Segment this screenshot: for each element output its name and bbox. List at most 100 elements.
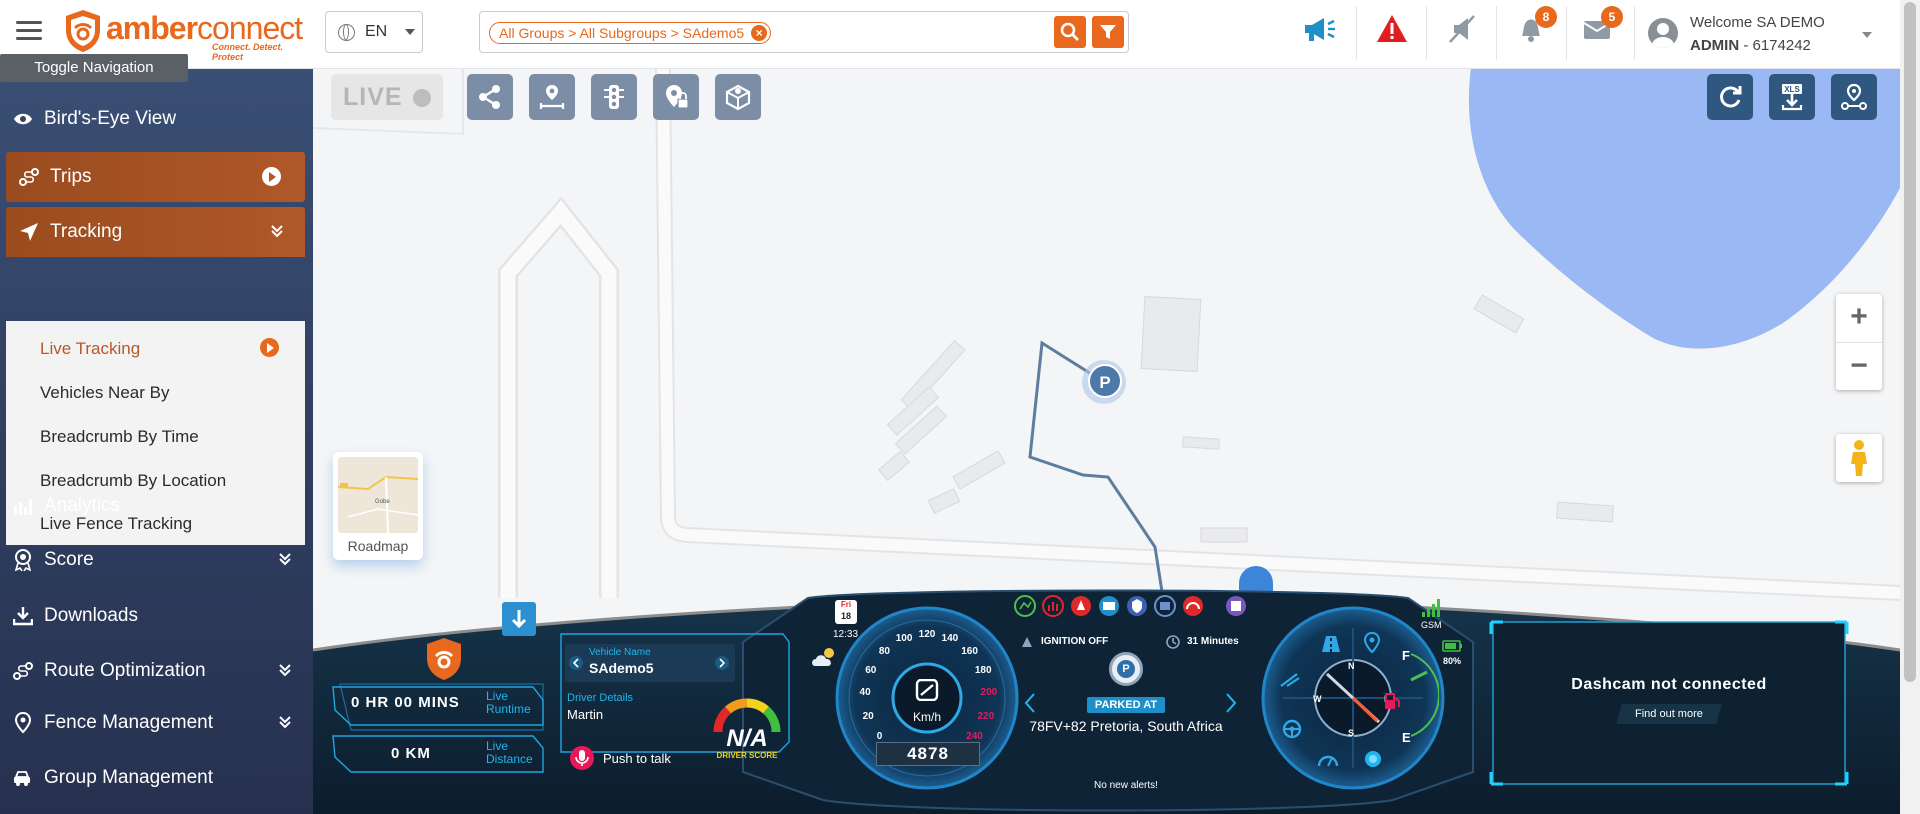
speed-tick-label: 160 — [961, 645, 978, 657]
route-distance-button[interactable] — [529, 74, 575, 120]
chevron-left-icon[interactable] — [569, 656, 583, 670]
fuel-gauge-arc — [1410, 653, 1439, 737]
filter-icon — [1100, 25, 1116, 39]
poi-layer-button[interactable] — [653, 74, 699, 120]
street-view-pegman-button[interactable] — [1836, 434, 1882, 482]
submenu-item-vehicles-near-by[interactable]: Vehicles Near By — [40, 383, 169, 403]
sidebar: Bird's-Eye View Trips Tracking Live Trac… — [0, 68, 313, 814]
submenu-item-live-tracking[interactable]: Live Tracking — [40, 339, 140, 359]
export-xls-button[interactable]: XLS — [1769, 74, 1815, 120]
filter-button[interactable] — [1092, 16, 1124, 48]
sidebar-item-fence-management[interactable]: Fence Management — [0, 698, 313, 748]
partly-cloudy-icon — [812, 648, 834, 666]
route-icon — [12, 660, 34, 682]
shield-status-icon — [1127, 596, 1147, 616]
menu-toggle-icon[interactable] — [16, 18, 42, 42]
speed-unit: Km/h — [912, 710, 941, 724]
compass-south: S — [1348, 728, 1355, 738]
search-icon — [1060, 22, 1079, 41]
cube-pin-icon — [725, 84, 751, 111]
filter-chip-text: All Groups > All Subgroups > SAdemo5 — [499, 25, 745, 41]
announcements-button[interactable] — [1300, 12, 1344, 56]
filter-chip[interactable]: All Groups > All Subgroups > SAdemo5 × — [489, 22, 772, 44]
group-filter-search[interactable]: All Groups > All Subgroups > SAdemo5 × — [479, 11, 1129, 53]
runtime-label-line1: Live — [486, 689, 509, 703]
navigation-arrow-icon — [18, 221, 40, 243]
status-icon-row — [1013, 594, 1213, 618]
separator — [1566, 6, 1567, 60]
parked-status-icon: P — [1109, 652, 1143, 686]
sidebar-item-group-management[interactable]: Group Management — [0, 753, 313, 803]
distance-label-line1: Live — [486, 739, 509, 753]
find-out-more-button[interactable]: Find out more — [1616, 704, 1722, 724]
play-icon — [262, 167, 281, 186]
play-icon — [260, 338, 279, 357]
wiper-icon — [1280, 673, 1300, 687]
time-label: 12:33 — [833, 629, 859, 640]
speed-tick-label: 140 — [941, 633, 959, 645]
traffic-layer-button[interactable] — [591, 74, 637, 120]
panic-status-icon — [1071, 596, 1091, 616]
separator — [1356, 6, 1357, 60]
find-out-more-label: Find out more — [1635, 708, 1703, 720]
chevron-right-icon[interactable] — [715, 656, 729, 670]
page-scrollbar[interactable] — [1900, 0, 1920, 814]
speed-tick-label: 0 — [876, 730, 883, 742]
sidebar-item-route-optimization[interactable]: Route Optimization — [0, 646, 313, 696]
sidebar-item-tracking[interactable]: Tracking — [6, 207, 305, 257]
runtime-label-line2: Runtime — [486, 702, 531, 716]
map-type-roadmap-button[interactable]: Gobe Roadmap — [333, 452, 423, 560]
notifications-button[interactable]: 8 — [1514, 6, 1558, 56]
sidebar-item-downloads[interactable]: Downloads — [0, 591, 313, 641]
route-locate-button[interactable] — [1831, 74, 1877, 120]
collapse-dashboard-button[interactable] — [502, 602, 536, 636]
search-button[interactable] — [1054, 16, 1086, 48]
sidebar-item-label: Score — [44, 549, 94, 570]
share-button[interactable] — [467, 74, 513, 120]
refresh-button[interactable] — [1707, 74, 1753, 120]
driver-details-label: Driver Details — [567, 692, 634, 704]
messages-button[interactable]: 5 — [1580, 6, 1624, 56]
language-select[interactable]: EN — [325, 11, 423, 53]
road-icon — [1322, 636, 1340, 652]
sidebar-item-label: Group Management — [44, 767, 213, 788]
live-runtime-label: Live Runtime — [486, 690, 531, 716]
chevron-left-icon[interactable] — [1023, 692, 1037, 714]
live-distance-label: Live Distance — [486, 740, 533, 766]
submenu-item-breadcrumb-by-time[interactable]: Breadcrumb By Time — [40, 427, 199, 447]
driver-name: Martin — [567, 707, 604, 722]
zoom-in-button[interactable]: + — [1836, 294, 1882, 342]
live-toggle-button[interactable]: LIVE — [331, 74, 443, 120]
pegman-icon — [1851, 440, 1867, 476]
ignition-status: IGNITION OFF — [1041, 636, 1109, 647]
mute-toggle-button[interactable] — [1444, 12, 1488, 56]
user-role: ADMIN — [1690, 37, 1740, 54]
user-menu[interactable]: Welcome SA DEMO ADMIN - 6174242 — [1648, 10, 1888, 60]
award-icon — [12, 549, 34, 571]
sidebar-item-trips[interactable]: Trips — [6, 152, 305, 202]
chevron-right-icon[interactable] — [1224, 692, 1238, 714]
mute-icon — [1449, 15, 1475, 43]
sidebar-item-label: Analytics — [44, 495, 121, 516]
speed-tick-label: 60 — [865, 664, 877, 676]
push-to-talk-button[interactable]: Push to talk — [569, 746, 689, 770]
vehicle-selector[interactable]: Vehicle Name SAdemo5 — [565, 644, 735, 682]
sidebar-item-score[interactable]: Score — [0, 535, 313, 585]
date-label: 18 — [840, 611, 851, 621]
toggle-navigation-tooltip: Toggle Navigation — [0, 54, 188, 82]
sidebar-item-analytics[interactable]: Analytics — [0, 481, 313, 531]
amber-connect-logo[interactable]: amberconnect Connect. Detect. Protect — [62, 8, 312, 62]
warning-triangle-icon — [1377, 15, 1407, 42]
history-clock-icon — [1166, 635, 1180, 649]
fence-layer-button[interactable] — [715, 74, 761, 120]
vehicle-location: 78FV+82 Pretoria, South Africa — [1029, 718, 1223, 734]
remove-filter-icon[interactable]: × — [751, 25, 768, 41]
zoom-out-button[interactable]: − — [1836, 342, 1882, 391]
sidebar-item-birds-eye-view[interactable]: Bird's-Eye View — [0, 94, 313, 144]
alerts-button[interactable] — [1374, 12, 1418, 56]
scrollbar-thumb[interactable] — [1904, 2, 1916, 682]
language-value: EN — [365, 23, 388, 40]
parked-vehicle-marker[interactable]: P — [1088, 364, 1122, 398]
microphone-icon — [570, 746, 594, 770]
chevron-double-down-icon — [279, 661, 291, 683]
